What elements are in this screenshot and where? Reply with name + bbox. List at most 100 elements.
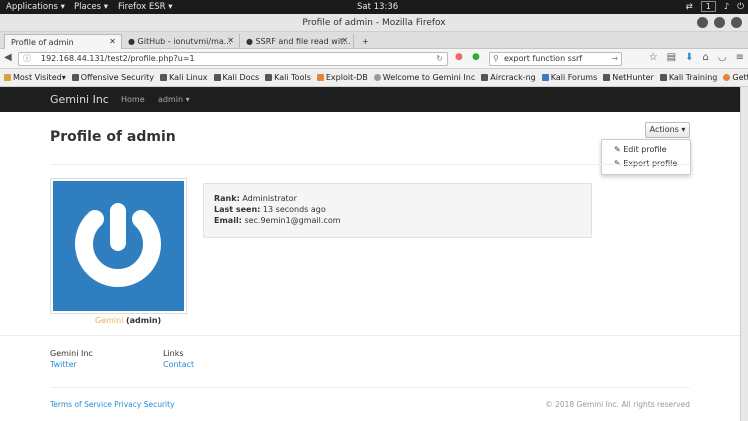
minimize-icon[interactable] <box>697 17 708 28</box>
bookmark-label: Kali Training <box>668 73 718 82</box>
tab-ssrf[interactable]: ● SSRF and file read wit... ✕ <box>240 34 354 49</box>
kali-icon <box>159 74 167 81</box>
addon-icon[interactable]: ● <box>455 52 463 62</box>
folder-icon <box>4 74 11 81</box>
applications-menu[interactable]: Applications ▾ <box>6 2 65 12</box>
firefox-app-menu[interactable]: Firefox ESR ▾ <box>118 2 172 12</box>
site-info-icon[interactable]: ⓘ <box>23 53 31 65</box>
bookmarks-toolbar: Most Visited▾ Offensive Security Kali Li… <box>0 69 748 87</box>
gemini-logo-icon <box>75 203 161 288</box>
caption-name: Gemini <box>95 316 124 325</box>
last-seen-row: Last seen: 13 seconds ago <box>214 205 326 214</box>
navigation-bar: ◀ ⓘ 192.168.44.131/test2/profile.php?u=1… <box>0 49 748 69</box>
clock[interactable]: Sat 13:36 <box>357 2 398 12</box>
workspace-indicator[interactable]: 1 <box>700 1 716 12</box>
bookmark-exploit-db[interactable]: Exploit-DB <box>316 73 368 82</box>
rank-row: Rank: Administrator <box>214 194 297 203</box>
bookmark-kali-training[interactable]: Kali Training <box>659 73 718 82</box>
page-content: Profile of admin Actions ▾ ✎ Edit profil… <box>0 112 740 421</box>
download-icon[interactable]: ⬇ <box>685 52 693 63</box>
bookmark-label: Kali Tools <box>274 73 311 82</box>
close-tab-icon[interactable]: ✕ <box>109 37 116 46</box>
bookmark-gemini[interactable]: Welcome to Gemini Inc <box>373 73 475 82</box>
edit-profile-item[interactable]: ✎ Edit profile <box>614 145 667 154</box>
volume-icon[interactable]: ♪ <box>724 2 729 12</box>
maximize-icon[interactable] <box>714 17 725 28</box>
tab-github[interactable]: ● GitHub - ionutvmi/ma... ✕ <box>122 34 240 49</box>
bookmark-label: Kali Linux <box>168 73 208 82</box>
footer-links-heading: Links <box>163 349 184 358</box>
url-text: 192.168.44.131/test2/profile.php?u=1 <box>41 54 195 63</box>
bookmark-kali-linux[interactable]: Kali Linux <box>159 73 208 82</box>
caption-role: (admin) <box>125 316 162 325</box>
bookmark-aircrack[interactable]: Aircrack-ng <box>481 73 536 82</box>
forum-icon <box>541 74 549 81</box>
kali-icon <box>603 74 611 81</box>
last-seen-label: Last seen: <box>214 205 261 214</box>
page-scrollbar[interactable] <box>740 87 748 421</box>
bookmark-label: NetHunter <box>612 73 654 82</box>
tab-label: GitHub - ionutvmi/ma... <box>137 37 232 46</box>
close-tab-icon[interactable]: ✕ <box>341 36 348 45</box>
footer-legal-links[interactable]: Terms of Service Privacy Security <box>50 400 175 409</box>
kali-icon <box>265 74 273 81</box>
bookmark-kali-docs[interactable]: Kali Docs <box>213 73 259 82</box>
brand-link[interactable]: Gemini Inc <box>50 93 109 106</box>
bookmark-kali-tools[interactable]: Kali Tools <box>265 73 311 82</box>
menu-label: Edit profile <box>623 145 667 154</box>
bookmark-label: Exploit-DB <box>325 73 368 82</box>
actions-button[interactable]: Actions ▾ <box>645 122 690 138</box>
bookmark-label: Aircrack-ng <box>490 73 536 82</box>
tab-label: Profile of admin <box>11 38 74 47</box>
new-tab-button[interactable]: + <box>356 34 372 49</box>
search-text: export function ssrf <box>504 54 583 63</box>
bookmark-offensive-security[interactable]: Offensive Security <box>71 73 154 82</box>
system-tray: ⇄ 1 ♪ ⏻ <box>686 1 744 12</box>
bookmark-label: Kali Forums <box>550 73 598 82</box>
github-icon: ● <box>246 37 253 46</box>
twitter-link[interactable]: Twitter <box>50 360 77 369</box>
avatar-caption: Gemini (admin) <box>95 316 161 325</box>
avatar <box>50 178 187 314</box>
close-window-icon[interactable] <box>731 17 742 28</box>
nav-admin-dropdown[interactable]: admin ▾ <box>158 95 190 104</box>
power-icon[interactable]: ⏻ <box>737 2 744 12</box>
email-value: sec.9emin1@gmail.com <box>244 216 341 225</box>
bookmark-star-icon[interactable]: ☆ <box>649 52 658 63</box>
hamburger-menu-icon[interactable]: ≡ <box>736 52 744 63</box>
pencil-icon: ✎ <box>614 145 621 154</box>
tab-profile[interactable]: Profile of admin ✕ <box>4 34 122 49</box>
library-icon[interactable]: ▤ <box>667 52 676 63</box>
page-title: Profile of admin <box>50 129 176 145</box>
url-input[interactable]: ⓘ 192.168.44.131/test2/profile.php?u=1 ↻ <box>18 52 448 66</box>
nav-home[interactable]: Home <box>121 95 145 104</box>
app-navbar: Gemini Inc Home admin ▾ <box>0 87 740 112</box>
window-title: Profile of admin - Mozilla Firefox <box>302 18 446 28</box>
close-tab-icon[interactable]: ✕ <box>227 36 234 45</box>
actions-dropdown-menu: ✎ Edit profile ✎ Export profile <box>601 139 691 175</box>
bookmark-nethunter[interactable]: NetHunter <box>603 73 654 82</box>
places-menu[interactable]: Places ▾ <box>74 2 108 12</box>
exploit-db-icon <box>316 74 324 81</box>
kali-icon <box>659 74 667 81</box>
pocket-icon[interactable]: ◡ <box>718 52 727 63</box>
bookmark-kali-forums[interactable]: Kali Forums <box>541 73 598 82</box>
bookmark-most-visited[interactable]: Most Visited▾ <box>4 73 66 82</box>
addon-icon[interactable]: ● <box>472 52 480 62</box>
divider <box>50 164 690 165</box>
back-icon[interactable]: ◀ <box>4 52 12 63</box>
kali-icon <box>213 74 221 81</box>
home-icon[interactable]: ⌂ <box>703 52 709 63</box>
toolbar-icons: ☆ ▤ ⬇ ⌂ ◡ ≡ <box>649 52 744 63</box>
search-input[interactable]: ⚲ export function ssrf → <box>489 52 622 66</box>
search-go-icon[interactable]: → <box>611 53 618 65</box>
github-icon: ● <box>128 37 135 46</box>
reload-icon[interactable]: ↻ <box>436 53 443 65</box>
contact-link[interactable]: Contact <box>163 360 194 369</box>
network-icon[interactable]: ⇄ <box>686 2 693 12</box>
bookmark-getting-started[interactable]: Getting Started <box>723 73 748 82</box>
globe-icon <box>373 74 381 81</box>
divider <box>0 335 740 336</box>
rank-value: Administrator <box>242 194 297 203</box>
last-seen-value: 13 seconds ago <box>262 205 326 214</box>
